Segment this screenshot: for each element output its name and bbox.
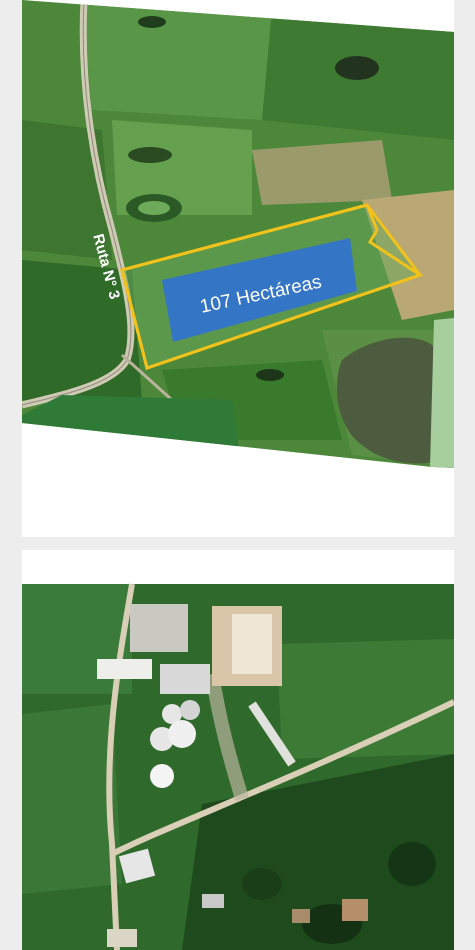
aerial-view-card: 107 Hectáreas Ruta N° 3 (22, 0, 454, 537)
facility-aerial-card (22, 550, 454, 950)
aerial-view-map: 107 Hectáreas Ruta N° 3 (22, 0, 454, 468)
facility-aerial-map (22, 583, 454, 950)
